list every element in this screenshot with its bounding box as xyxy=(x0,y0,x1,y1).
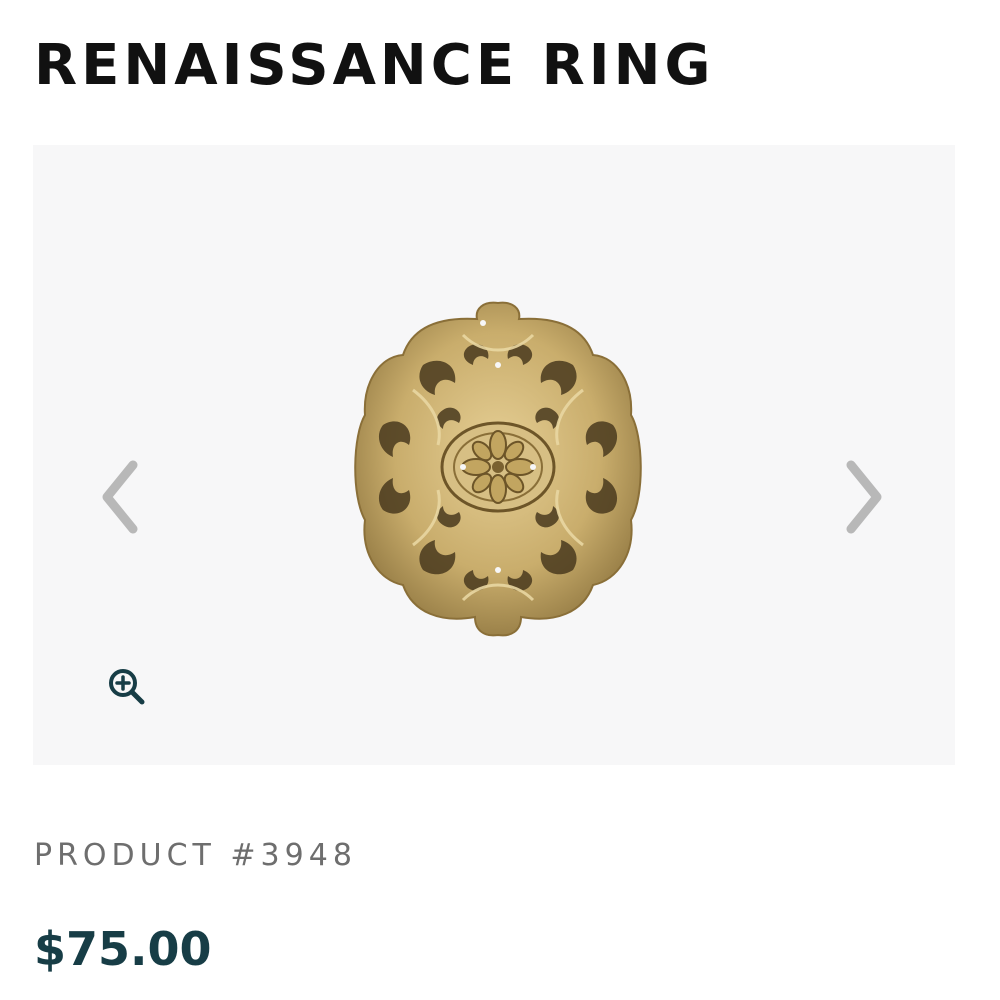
product-title: RENAISSANCE RING xyxy=(34,33,715,98)
product-image-gallery xyxy=(33,145,955,765)
product-number: PRODUCT #3948 xyxy=(34,838,357,873)
chevron-left-icon[interactable] xyxy=(91,457,151,537)
product-page: RENAISSANCE RING PRODUCT #3948 $75.00 xyxy=(0,0,1000,1000)
product-price: $75.00 xyxy=(34,922,212,976)
chevron-right-icon[interactable] xyxy=(833,457,893,537)
ring-image[interactable] xyxy=(343,295,653,640)
zoom-in-icon[interactable] xyxy=(107,667,147,707)
